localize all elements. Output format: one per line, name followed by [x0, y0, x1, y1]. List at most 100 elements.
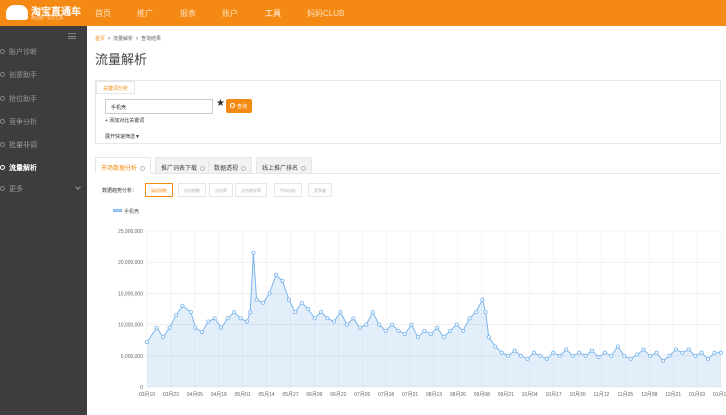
- breadcrumb: 首页 › 流量解析 › 查询结果: [95, 35, 161, 42]
- y-tick-label: 5,000,000: [121, 354, 143, 360]
- data-point: [232, 310, 237, 315]
- data-point: [248, 310, 253, 315]
- tab-keyword-analysis[interactable]: 关键词分析: [96, 81, 136, 94]
- sidebar-item-traffic-analysis[interactable]: 流量解析: [0, 158, 87, 178]
- data-point: [415, 335, 420, 340]
- data-point: [538, 353, 543, 358]
- data-point: [244, 319, 249, 324]
- x-tick-label: 07月31: [402, 392, 418, 398]
- search-icon: [230, 103, 235, 108]
- expand-filter-link[interactable]: 展开快速筛选▼: [105, 133, 140, 140]
- help-circle-icon[interactable]: [140, 165, 146, 171]
- breadcrumb-separator-icon: ›: [136, 36, 139, 42]
- tab-label: 市场数据分析: [101, 166, 138, 172]
- line-chart: 0 5,000,000 10,000,000 15,000,000 20,000,000…: [118, 229, 726, 398]
- data-point: [609, 353, 614, 358]
- data-point: [428, 331, 433, 336]
- data-point: [628, 356, 633, 361]
- data-point: [351, 316, 356, 321]
- data-point: [357, 325, 362, 330]
- tab-label: 数据透视: [214, 166, 239, 172]
- data-point: [364, 322, 369, 327]
- x-tick-label: 10月17: [546, 392, 562, 398]
- data-point: [706, 356, 711, 361]
- tab-market-data[interactable]: 市场数据分析: [95, 157, 152, 174]
- data-point: [480, 297, 485, 302]
- data-point: [332, 319, 337, 324]
- data-point: [251, 250, 256, 255]
- data-point: [660, 358, 665, 363]
- menu-collapse-icon[interactable]: [68, 33, 76, 39]
- x-tick-label: 05月14: [259, 392, 275, 398]
- sidebar-item-competition-analysis[interactable]: 竞争分析: [0, 112, 87, 132]
- help-circle-icon[interactable]: [241, 165, 247, 171]
- data-point: [212, 316, 217, 321]
- star-icon[interactable]: ★: [216, 98, 225, 109]
- page-title: 流量解析: [95, 52, 148, 67]
- data-point: [154, 325, 159, 330]
- help-circle-icon[interactable]: [301, 165, 307, 171]
- tab-keyword-download[interactable]: 推广词表下载: [155, 157, 212, 174]
- nav-item-home[interactable]: 首页: [95, 8, 111, 19]
- logo-car-icon: [6, 5, 28, 20]
- sidebar-bullet-icon: [0, 186, 5, 191]
- data-point: [648, 353, 653, 358]
- sidebar-bullet-icon: [0, 119, 5, 124]
- data-point: [402, 331, 407, 336]
- nav-item-reports[interactable]: 报表: [180, 8, 196, 19]
- data-point: [693, 353, 698, 358]
- y-tick-label: 10,000,000: [118, 323, 143, 329]
- x-tick-label: 12月08: [641, 392, 657, 398]
- metric-conversion-rate[interactable]: 点击转化率: [235, 183, 267, 197]
- nav-item-promotion[interactable]: 推广: [137, 8, 153, 19]
- data-point: [199, 330, 204, 335]
- query-button-label: 查询: [237, 104, 248, 110]
- nav-item-tools[interactable]: 工具: [265, 8, 281, 19]
- sidebar-item-creative-assistant[interactable]: 创意助手: [0, 65, 87, 85]
- sidebar-item-more[interactable]: 更多: [0, 179, 87, 199]
- sidebar: 账户诊断 创意助手 抢位助手 竞争分析 批量非调 流量解析 更多: [0, 26, 87, 415]
- breadcrumb-home[interactable]: 首页: [95, 36, 105, 42]
- x-tick-label: 12月21: [665, 392, 681, 398]
- y-tick-label: 15,000,000: [118, 291, 143, 297]
- data-point: [306, 307, 311, 312]
- metric-competition[interactable]: 竞争度: [308, 183, 332, 197]
- data-point: [206, 319, 211, 324]
- data-point: [654, 350, 659, 355]
- data-point: [383, 328, 388, 333]
- add-compare-keyword-link[interactable]: + 添加对比关键词: [105, 117, 144, 124]
- data-point: [344, 322, 349, 327]
- data-point: [338, 310, 343, 315]
- y-tick-label: 0: [140, 385, 143, 391]
- data-point: [293, 310, 298, 315]
- data-point: [557, 353, 562, 358]
- query-button[interactable]: 查询: [226, 99, 252, 113]
- analysis-tabs: 市场数据分析 推广词表下载 数据透视 线上推广排名: [95, 157, 721, 174]
- tab-online-ranking[interactable]: 线上推广排名: [256, 157, 313, 174]
- sidebar-item-batch-adjust[interactable]: 批量非调: [0, 135, 87, 155]
- app-logo[interactable]: 淘宝直通车 淘宝推广官方工具: [6, 3, 81, 23]
- sidebar-item-account-diagnosis[interactable]: 账户诊断: [0, 42, 87, 62]
- metric-avg-bid[interactable]: 平均出价: [274, 183, 302, 197]
- x-tick-label: 05月27: [282, 392, 298, 398]
- data-point: [254, 297, 259, 302]
- sidebar-item-label: 流量解析: [9, 165, 37, 172]
- data-point: [544, 356, 549, 361]
- x-tick-label: 06月09: [306, 392, 322, 398]
- sidebar-bullet-icon: [0, 142, 5, 147]
- keyword-input[interactable]: 手机壳: [105, 99, 213, 114]
- nav-item-account[interactable]: 账户: [222, 8, 238, 19]
- metric-click-index[interactable]: 点击指数: [178, 183, 206, 197]
- nav-item-mama-club[interactable]: 妈妈CLUB: [307, 8, 344, 19]
- x-tick-label: 10月30: [569, 392, 585, 398]
- help-circle-icon[interactable]: [200, 165, 206, 171]
- sidebar-item-position-assistant[interactable]: 抢位助手: [0, 89, 87, 109]
- breadcrumb-traffic[interactable]: 流量解析: [113, 36, 133, 42]
- metric-ctr[interactable]: 点击率: [209, 183, 233, 197]
- tab-data-pivot[interactable]: 数据透视: [208, 157, 253, 174]
- data-point: [596, 355, 601, 360]
- logo-tagline: 淘宝推广官方工具: [31, 15, 63, 20]
- data-point: [174, 313, 179, 318]
- metric-impression-index[interactable]: 展现指数: [145, 183, 173, 197]
- data-point: [435, 325, 440, 330]
